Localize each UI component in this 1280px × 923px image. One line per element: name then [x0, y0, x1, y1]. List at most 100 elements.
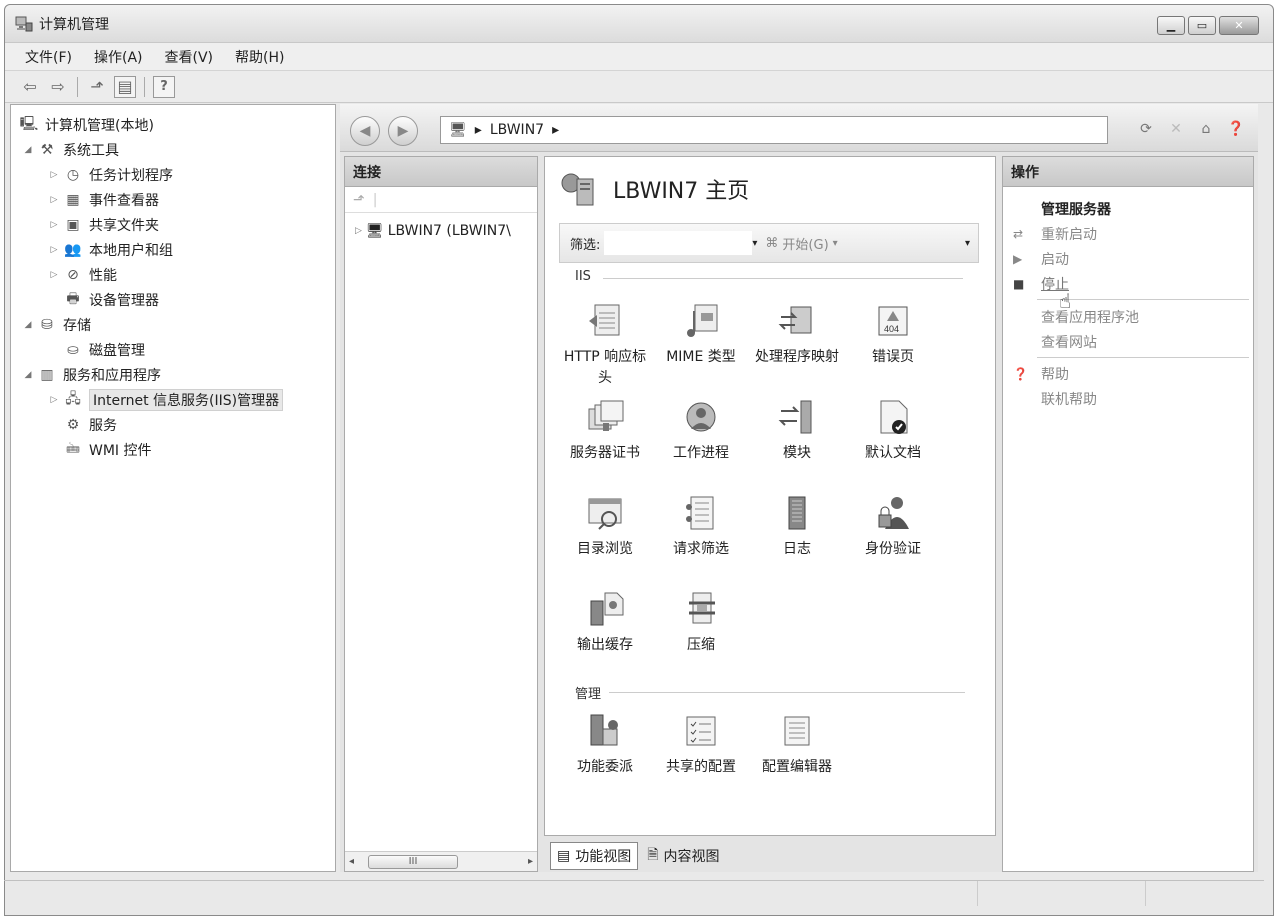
feature-configuration-editor[interactable]: 配置编辑器	[749, 709, 845, 778]
expand-arrow-icon[interactable]: ▷	[47, 395, 61, 405]
feature-directory-browsing[interactable]: 目录浏览	[557, 491, 653, 560]
scroll-left-icon[interactable]: ◂	[349, 856, 354, 867]
forward-arrow-icon[interactable]: ⇨	[47, 76, 69, 98]
menu-file[interactable]: 文件(F)	[25, 47, 72, 67]
back-nav-button[interactable]: ◀	[350, 116, 380, 146]
minimize-button[interactable]: ▁	[1157, 16, 1185, 35]
action-restart[interactable]: ⇄ 重新启动	[1013, 224, 1097, 244]
default-document-icon	[871, 395, 915, 439]
collapse-arrow-icon[interactable]: ◢	[21, 145, 35, 155]
feature-request-filtering[interactable]: 请求筛选	[653, 491, 749, 560]
forward-nav-button[interactable]: ▶	[388, 116, 418, 146]
expand-arrow-icon[interactable]: ▷	[47, 270, 61, 280]
scroll-thumb[interactable]: III	[368, 854, 459, 869]
connection-node-server[interactable]: ▷ 🖥 LBWIN7 (LBWIN7\	[355, 223, 511, 239]
action-online-help[interactable]: 联机帮助	[1013, 389, 1097, 409]
modules-icon	[775, 395, 819, 439]
menu-help[interactable]: 帮助(H)	[235, 47, 284, 67]
back-arrow-icon[interactable]: ⇦	[19, 76, 41, 98]
tree-item-system-tools[interactable]: ◢ ⚒ 系统工具	[21, 138, 119, 162]
tree-item-task-scheduler[interactable]: ▷ ◷ 任务计划程序	[47, 163, 173, 187]
expand-arrow-icon[interactable]: ▷	[355, 226, 362, 236]
feature-mime-types[interactable]: MIME 类型	[653, 299, 749, 368]
tab-features-view[interactable]: ▤ 功能视图	[550, 842, 639, 870]
maximize-button[interactable]: ▭	[1188, 16, 1216, 35]
feature-delegation[interactable]: 功能委派	[557, 709, 653, 778]
tree-item-services[interactable]: ⚙ 服务	[47, 413, 117, 437]
action-help[interactable]: ❓ 帮助	[1013, 364, 1069, 384]
collapse-arrow-icon[interactable]: ◢	[21, 320, 35, 330]
action-start[interactable]: ▶ 启动	[1013, 249, 1069, 269]
expand-arrow-icon[interactable]: ▷	[47, 220, 61, 230]
tree-item-label: 服务	[89, 418, 117, 434]
go-button[interactable]: ⌘ 开始(G) ▾	[765, 234, 837, 253]
computer-management-icon: 🖳	[19, 116, 39, 132]
group-iis-label: IIS	[575, 269, 591, 284]
toolbar-overflow-icon[interactable]: ▾	[965, 238, 970, 249]
feature-authentication[interactable]: 身份验证	[845, 491, 941, 560]
feature-output-caching[interactable]: 输出缓存	[557, 587, 653, 656]
feature-logging[interactable]: 日志	[749, 491, 845, 560]
menu-view[interactable]: 查看(V)	[165, 47, 214, 67]
menu-action[interactable]: 操作(A)	[94, 47, 143, 67]
feature-default-document[interactable]: 默认文档	[845, 395, 941, 464]
address-separator[interactable]: ▸	[552, 122, 559, 138]
expand-arrow-icon[interactable]: ▷	[47, 245, 61, 255]
tree-item-disk-management[interactable]: ⛀ 磁盘管理	[47, 338, 145, 362]
dropdown-arrow-icon[interactable]: ▾	[752, 238, 757, 249]
tree-item-performance[interactable]: ▷ ⊘ 性能	[47, 263, 117, 287]
error-pages-icon: 404	[871, 299, 915, 343]
expand-arrow-icon[interactable]: ▷	[47, 195, 61, 205]
address-bar: ◀ ▶ 🖥 ▸ LBWIN7 ▸ ⟳ ✕ ⌂ ❓	[340, 104, 1258, 152]
tab-content-view[interactable]: 🗎 内容视图	[640, 840, 726, 872]
collapse-arrow-icon[interactable]: ◢	[21, 370, 35, 380]
filter-input[interactable]	[604, 231, 753, 255]
horizontal-scrollbar[interactable]: ◂ III ▸	[345, 851, 537, 871]
feature-handler-mappings[interactable]: 处理程序映射	[749, 299, 845, 368]
tree-item-services-apps[interactable]: ◢ ▥ 服务和应用程序	[21, 363, 161, 387]
refresh-icon[interactable]: ⟳	[1136, 119, 1156, 139]
close-button[interactable]: ✕	[1219, 16, 1259, 35]
address-path[interactable]: LBWIN7	[490, 122, 544, 138]
filter-label: 筛选:	[570, 237, 601, 253]
scroll-right-icon[interactable]: ▸	[528, 856, 533, 867]
tree-item-wmi-control[interactable]: 🖮 WMI 控件	[47, 438, 152, 462]
tree-item-label: 磁盘管理	[89, 343, 145, 359]
tree-item-label: 本地用户和组	[89, 243, 173, 259]
feature-worker-processes[interactable]: 工作进程	[653, 395, 749, 464]
address-field[interactable]: 🖥 ▸ LBWIN7 ▸	[440, 116, 1108, 144]
tree-root[interactable]: 🖳 计算机管理(本地)	[17, 113, 154, 137]
feature-shared-configuration[interactable]: 共享的配置	[653, 709, 749, 778]
connect-icon[interactable]: ⬏	[353, 192, 365, 208]
feature-http-response-headers[interactable]: HTTP 响应标头	[557, 299, 653, 389]
help-icon[interactable]: ?	[153, 75, 175, 98]
up-level-icon[interactable]: ⬏	[86, 76, 108, 98]
toolbar-separator: |	[372, 191, 378, 208]
tree-item-iis-manager[interactable]: ▷ 🖧 Internet 信息服务(IIS)管理器	[47, 388, 284, 412]
feature-delegation-icon	[583, 709, 627, 753]
server-globe-icon	[561, 173, 594, 206]
help-icon[interactable]: ❓	[1226, 119, 1246, 139]
show-hide-tree-icon[interactable]: ▤	[114, 75, 136, 98]
action-view-app-pools[interactable]: 查看应用程序池	[1013, 307, 1139, 327]
play-icon: ▶	[1013, 252, 1023, 266]
stop-icon[interactable]: ✕	[1166, 119, 1186, 139]
tree-item-label: 系统工具	[63, 143, 119, 159]
feature-compression[interactable]: 压缩	[653, 587, 749, 656]
action-view-sites[interactable]: 查看网站	[1013, 332, 1097, 352]
tree-item-shared-folders[interactable]: ▷ ▣ 共享文件夹	[47, 213, 159, 237]
iis-server-icon: 🖧	[65, 391, 81, 407]
clock-icon: ◷	[66, 167, 80, 183]
actions-panel: 操作 管理服务器 ⇄ 重新启动 ▶ 启动 ■ 停止 查看应用程序池 查看网站 ❓…	[1002, 156, 1254, 872]
feature-error-pages[interactable]: 404 错误页	[845, 299, 941, 368]
home-icon[interactable]: ⌂	[1196, 119, 1216, 139]
tree-item-storage[interactable]: ◢ ⛁ 存储	[21, 313, 91, 337]
svg-text:404: 404	[884, 324, 899, 334]
toolbar-separator	[144, 76, 145, 97]
feature-server-certificates[interactable]: 服务器证书	[557, 395, 653, 464]
tree-item-local-users[interactable]: ▷ 👥 本地用户和组	[47, 238, 173, 262]
tree-item-event-viewer[interactable]: ▷ ▦ 事件查看器	[47, 188, 159, 212]
feature-modules[interactable]: 模块	[749, 395, 845, 464]
expand-arrow-icon[interactable]: ▷	[47, 170, 61, 180]
tree-item-device-manager[interactable]: 🖶 设备管理器	[47, 288, 159, 312]
